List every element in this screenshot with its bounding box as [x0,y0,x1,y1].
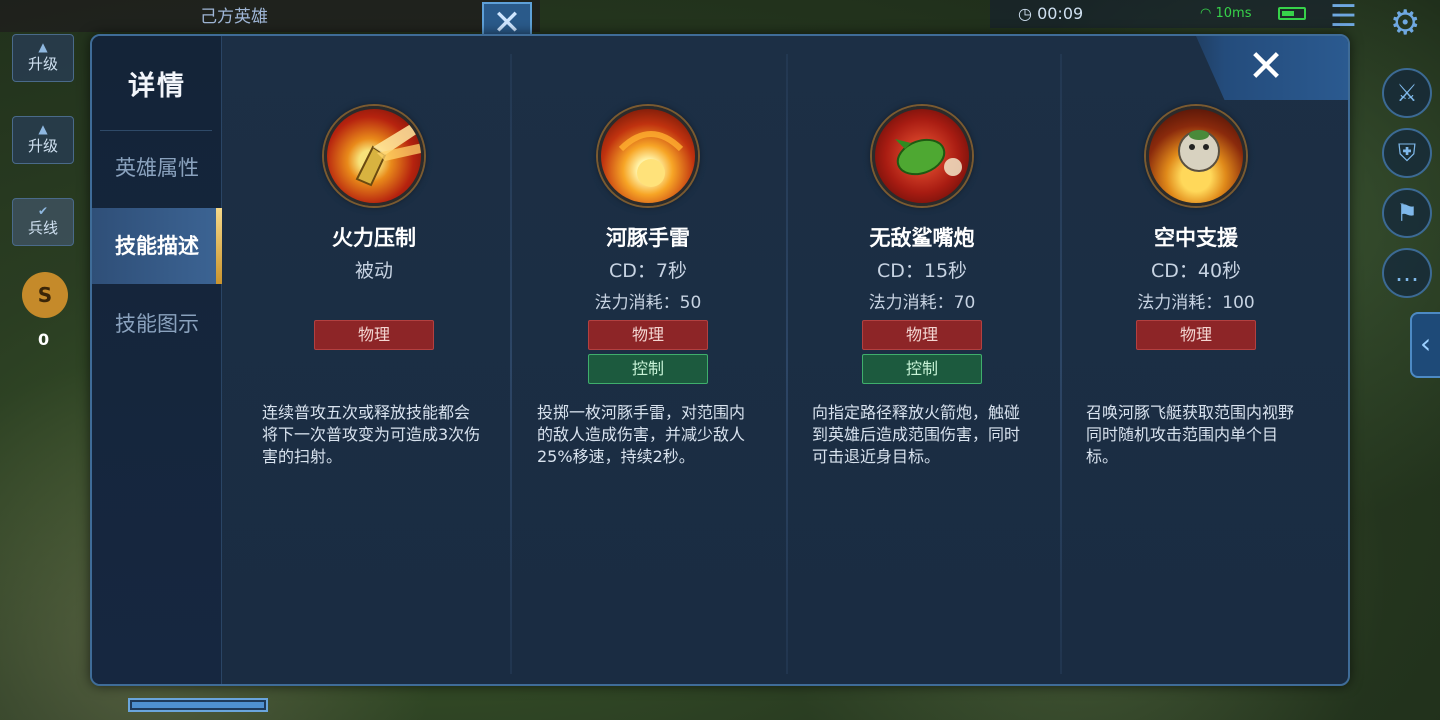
tab-skill-illustration[interactable]: 技能图示 [92,286,222,362]
flag-icon[interactable]: ⚑ [1382,188,1432,238]
skill-description-3: 向指定路径释放火箭炮，触碰到英雄后造成范围伤害，同时可击退近身目标。 [812,403,1021,466]
damage-type-tag: 物理 [588,320,708,350]
damage-type-tag: 物理 [1136,320,1256,350]
skill-cooldown: CD：15秒 [876,260,968,282]
damage-type-tag: 物理 [314,320,434,350]
control-tag: 控制 [588,354,708,384]
column-divider [1060,54,1062,674]
tab-skill-description[interactable]: 技能描述 [92,208,222,284]
allies-panel-header: 己方英雄 [0,0,540,32]
column-divider [786,54,788,674]
sword-icon[interactable]: ⚔ [1382,68,1432,118]
shark-rocket-icon [872,106,972,206]
skill-cooldown: 被动 [354,260,393,282]
skill-description-1: 连续普攻五次或释放技能都会将下一次普攻变为可造成3次伤害的扫射。 [262,403,481,466]
wifi-icon: ◠ [1200,6,1212,21]
skill-description-4: 召唤河豚飞艇获取范围内视野同时随机攻击范围内单个目标。 [1086,403,1295,466]
dialog-title: 详情 [128,71,186,102]
skill-name: 空中支援 [1154,226,1238,250]
arrow-up-icon: ▲ [38,40,48,54]
match-timer: ◷ 00:09 [1018,4,1083,23]
upgrade-label: 升级 [27,137,58,155]
skill-name: 河豚手雷 [606,226,690,250]
skill-mana-cost: 法力消耗：70 [868,293,976,313]
skill-name: 火力压制 [332,226,416,250]
ping-value: 10ms [1215,6,1252,21]
damage-type-tag: 物理 [862,320,982,350]
skill-description-2: 投掷一枚河豚手雷，对范围内的敌人造成伤害，并减少敌人25%移速，持续2秒。 [537,403,746,466]
explosion-icon [598,106,698,206]
upgrade-label: 升级 [27,55,58,73]
close-icon[interactable]: ✕ [1242,44,1290,92]
details-dialog: 详情 英雄属性 技能描述 技能图示 ✕ 火力压制 被动 物理 连续普攻五次或释放… [90,34,1350,686]
expand-chevron-icon[interactable]: ‹ [1410,312,1440,378]
upgrade-button-1[interactable]: ▲ 升级 [12,34,74,82]
skill-name: 无敌鲨嘴炮 [869,226,975,250]
battery-icon [1278,7,1306,20]
clock-icon: ◷ [1018,4,1032,23]
pufferfish-airship-icon [1146,106,1246,206]
skill-cooldown: CD：7秒 [609,260,687,282]
column-divider [510,54,512,674]
minion-button[interactable]: ✔ 兵线 [12,198,74,246]
arrow-up-icon: ▲ [38,122,48,136]
money-bag-icon: S [22,272,68,318]
skill-card-1: 火力压制 被动 物理 [249,106,499,350]
skill-card-4: 空中支援 CD：40秒 法力消耗：100 物理 [1071,106,1321,350]
skill-card-2: 河豚手雷 CD：7秒 法力消耗：50 物理 控制 [523,106,773,384]
upgrade-button-2[interactable]: ▲ 升级 [12,116,74,164]
gun-burst-icon [324,106,424,206]
control-tag: 控制 [862,354,982,384]
ping-indicator: ◠ 10ms [1200,6,1251,21]
gold-value: 0 [38,330,50,349]
menu-icon[interactable]: ☰ [1330,2,1357,32]
check-icon: ✔ [37,204,49,218]
skill-cooldown: CD：40秒 [1150,260,1242,282]
skill-card-3: 无敌鲨嘴炮 CD：15秒 法力消耗：70 物理 控制 [797,106,1047,384]
shield-icon[interactable]: ⛨ [1382,128,1432,178]
allies-title: 己方英雄 [200,7,268,27]
minion-label: 兵线 [27,219,58,237]
skill-mana-cost [249,288,499,312]
chat-icon[interactable]: … [1382,248,1432,298]
tab-hero-attributes[interactable]: 英雄属性 [92,130,222,206]
gear-icon[interactable]: ⚙ [1390,6,1420,40]
skill-mana-cost: 法力消耗：50 [594,293,702,313]
timer-value: 00:09 [1037,4,1084,23]
dialog-sidebar: 详情 英雄属性 技能描述 技能图示 [92,36,222,684]
skill-mana-cost: 法力消耗：100 [1137,293,1255,313]
progress-bar [128,698,268,712]
